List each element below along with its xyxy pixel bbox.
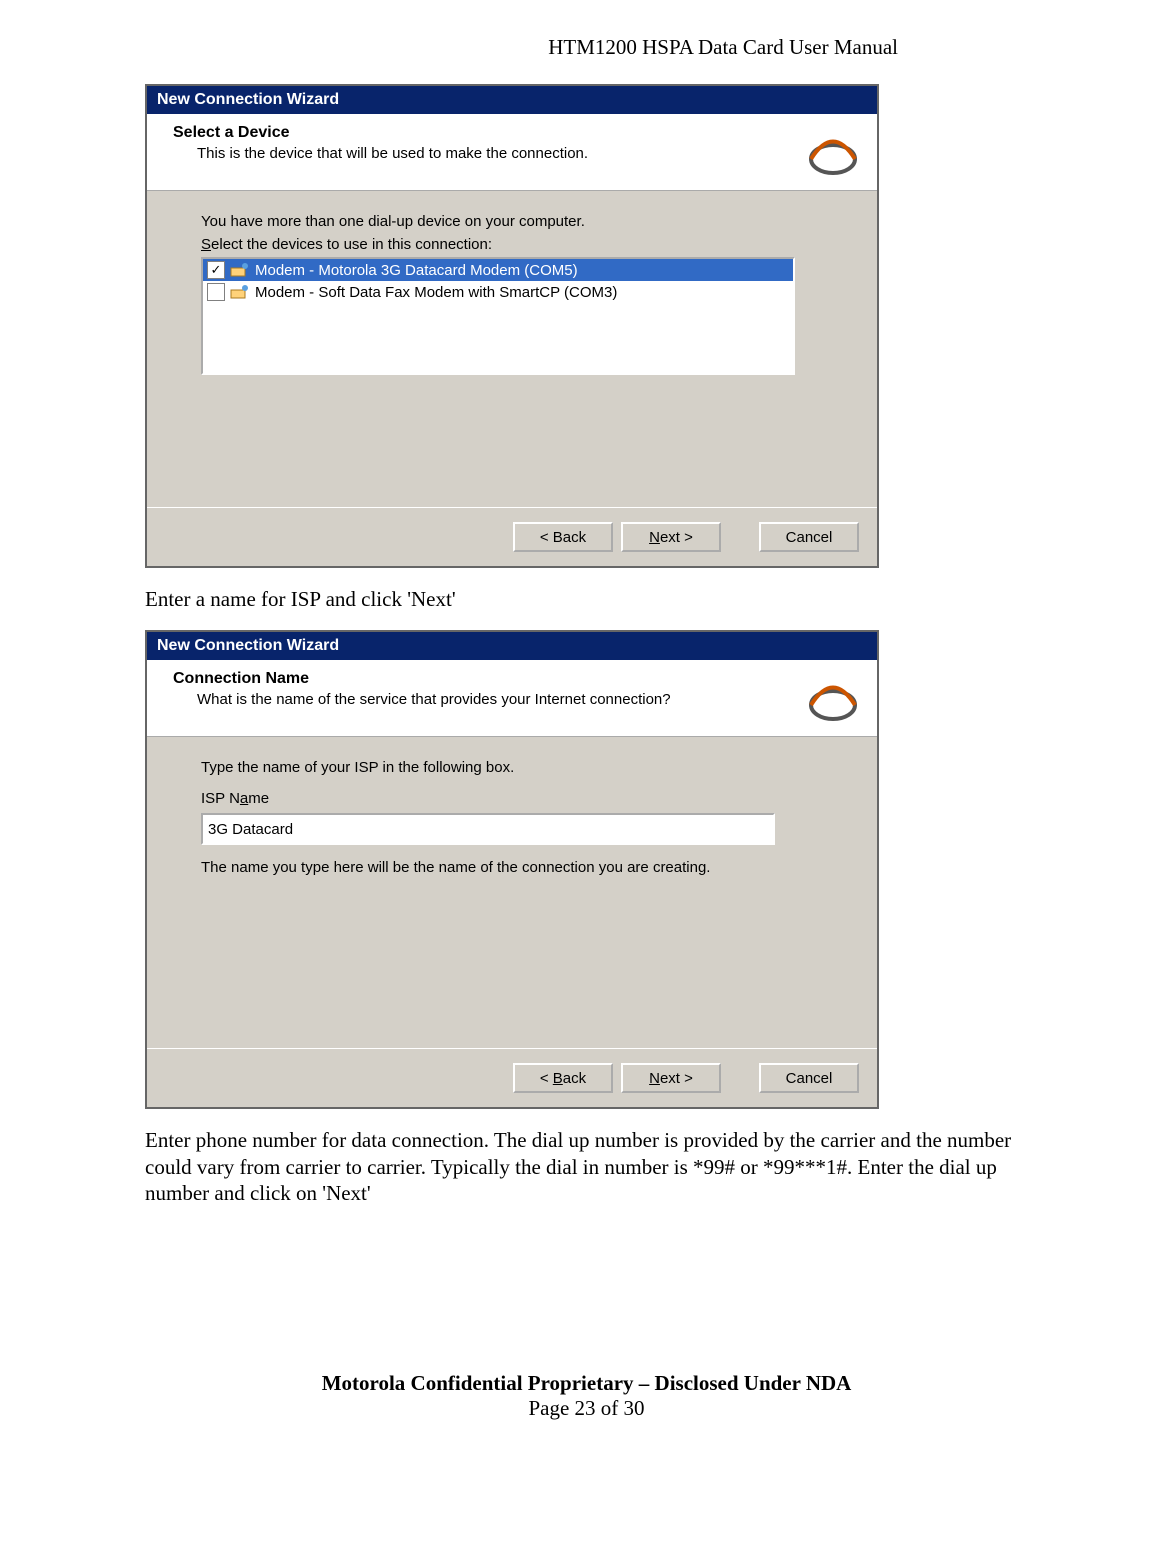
body-text-2: The name you type here will be the name … bbox=[201, 859, 833, 876]
body-text-1: Type the name of your ISP in the followi… bbox=[201, 759, 833, 776]
wizard-header-title: Connection Name bbox=[173, 670, 803, 688]
wizard-header-title: Select a Device bbox=[173, 124, 803, 142]
wizard-header: Connection Name What is the name of the … bbox=[147, 660, 877, 737]
body-text-1: You have more than one dial-up device on… bbox=[201, 213, 833, 230]
doc-footer: Motorola Confidential Proprietary – Disc… bbox=[145, 1371, 1028, 1421]
footer-page-number: Page 23 of 30 bbox=[145, 1396, 1028, 1421]
back-button[interactable]: < Back bbox=[513, 1063, 613, 1093]
instruction-text-1: Enter a name for ISP and click 'Next' bbox=[145, 586, 1028, 612]
device-label: Modem - Soft Data Fax Modem with SmartCP… bbox=[255, 284, 617, 301]
modem-icon bbox=[230, 262, 250, 278]
device-item-softdata[interactable]: Modem - Soft Data Fax Modem with SmartCP… bbox=[203, 281, 793, 303]
wizard-header-subtitle: This is the device that will be used to … bbox=[197, 145, 803, 162]
checkbox-icon[interactable] bbox=[207, 283, 225, 301]
doc-header: HTM1200 HSPA Data Card User Manual bbox=[145, 35, 1028, 60]
next-button[interactable]: Next > bbox=[621, 522, 721, 552]
cancel-button[interactable]: Cancel bbox=[759, 522, 859, 552]
instruction-text-2: Enter phone number for data connection. … bbox=[145, 1127, 1028, 1206]
device-list[interactable]: ✓ Modem - Motorola 3G Datacard Modem (CO… bbox=[201, 257, 795, 375]
window-titlebar: New Connection Wizard bbox=[147, 86, 877, 114]
wizard-connection-name: New Connection Wizard Connection Name Wh… bbox=[145, 630, 879, 1109]
isp-name-label: ISP Name bbox=[201, 790, 833, 807]
device-label: Modem - Motorola 3G Datacard Modem (COM5… bbox=[255, 262, 578, 279]
next-button[interactable]: Next > bbox=[621, 1063, 721, 1093]
wizard-header-subtitle: What is the name of the service that pro… bbox=[197, 691, 803, 708]
isp-name-input[interactable] bbox=[201, 813, 775, 845]
wizard-header: Select a Device This is the device that … bbox=[147, 114, 877, 191]
cancel-button[interactable]: Cancel bbox=[759, 1063, 859, 1093]
footer-proprietary: Motorola Confidential Proprietary – Disc… bbox=[145, 1371, 1028, 1396]
checkbox-icon[interactable]: ✓ bbox=[207, 261, 225, 279]
network-icon bbox=[803, 124, 863, 176]
body-text-2: Select the devices to use in this connec… bbox=[201, 236, 833, 253]
network-icon bbox=[803, 670, 863, 722]
device-item-motorola[interactable]: ✓ Modem - Motorola 3G Datacard Modem (CO… bbox=[203, 259, 793, 281]
modem-icon bbox=[230, 284, 250, 300]
back-button[interactable]: < Back bbox=[513, 522, 613, 552]
wizard-select-device: New Connection Wizard Select a Device Th… bbox=[145, 84, 879, 568]
window-titlebar: New Connection Wizard bbox=[147, 632, 877, 660]
